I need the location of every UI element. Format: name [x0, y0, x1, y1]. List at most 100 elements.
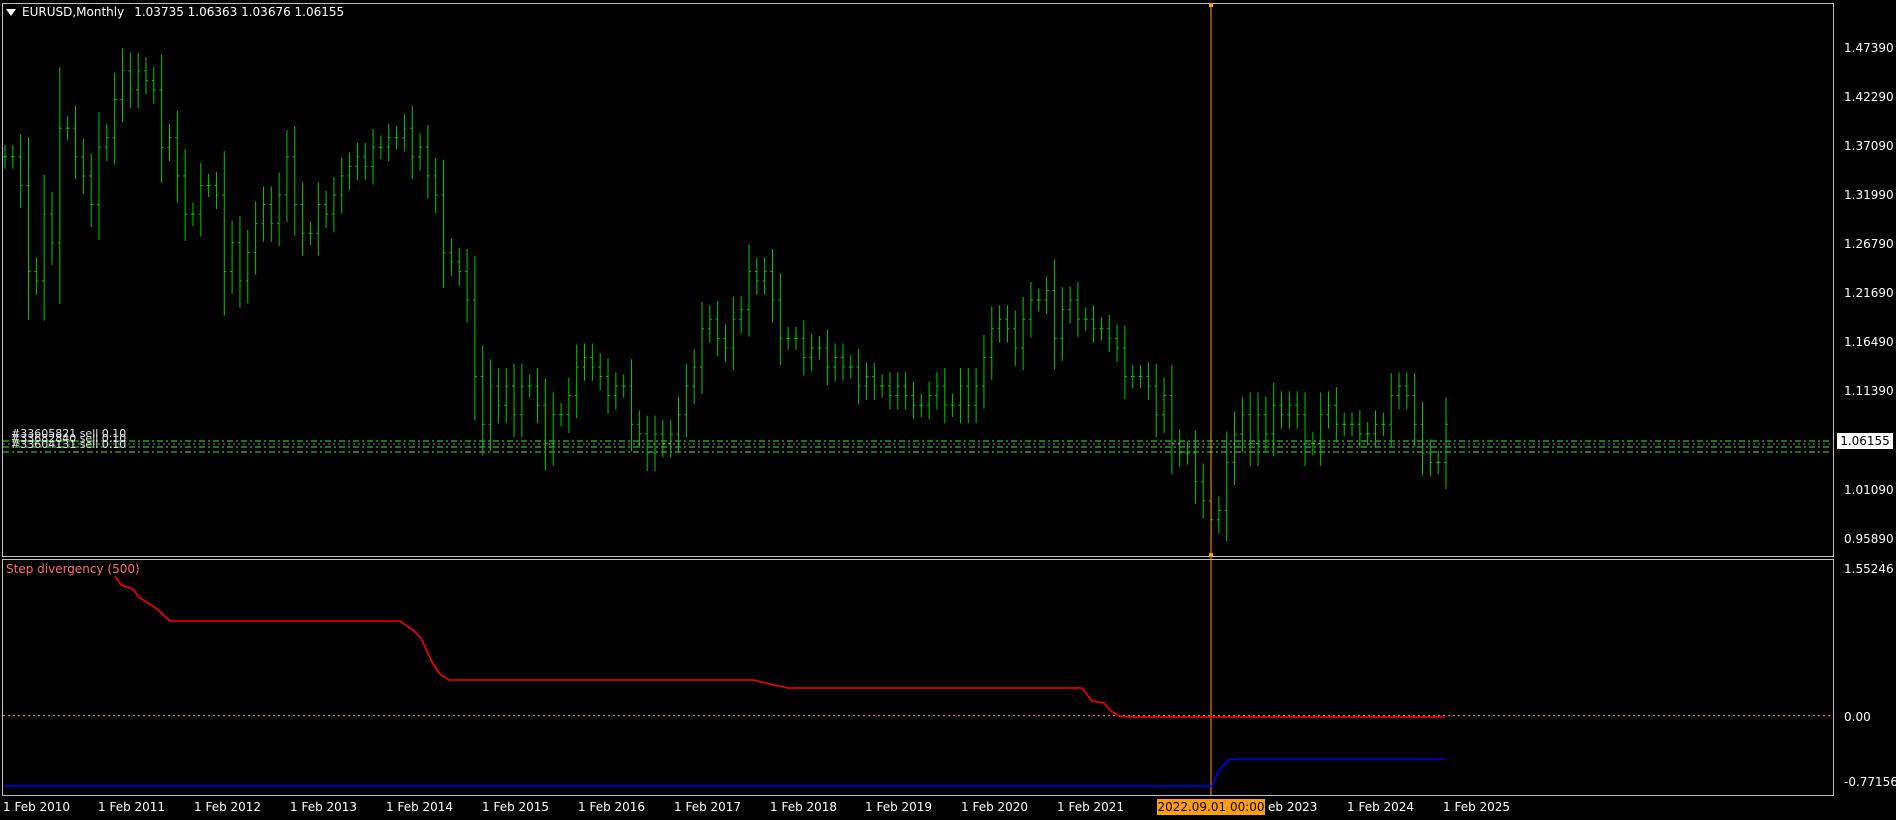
price-bar: [934, 372, 939, 410]
price-bar: [1412, 373, 1417, 447]
price-bar: [1052, 259, 1057, 370]
price-bar: [1342, 412, 1347, 437]
price-bar: [754, 257, 759, 295]
price-bar: [1154, 363, 1159, 438]
price-bar: [1318, 392, 1323, 466]
price-bar: [786, 326, 791, 351]
price-bar: [292, 125, 297, 236]
price-tick: 1.16490: [1844, 335, 1894, 349]
price-bar: [339, 157, 344, 214]
price-bar: [566, 377, 571, 433]
price-bar: [512, 363, 517, 438]
price-bar: [574, 344, 579, 419]
dropdown-triangle-icon[interactable]: [6, 8, 16, 16]
price-bar: [104, 123, 109, 162]
time-tick: 1 Feb 2020: [961, 800, 1029, 814]
price-bar: [1044, 276, 1049, 314]
price-bar: [57, 67, 62, 304]
price-bar: [981, 334, 986, 409]
price-bar: [848, 355, 853, 379]
chart-canvas[interactable]: [0, 0, 1896, 820]
price-bar: [833, 343, 838, 381]
price-bar: [1334, 387, 1339, 443]
price-tick: 1.31990: [1844, 188, 1894, 202]
crosshair-handle-top: [1209, 3, 1213, 7]
price-bar: [746, 244, 751, 337]
price-bar: [237, 216, 242, 308]
price-bar: [817, 336, 822, 360]
price-bar: [1373, 410, 1378, 448]
price-bar: [261, 186, 266, 242]
time-tick: 1 Feb 2021: [1057, 800, 1125, 814]
price-bar: [1295, 391, 1300, 429]
price-bar: [402, 114, 407, 152]
price-bar: [1115, 324, 1120, 362]
price-bar: [559, 403, 564, 427]
price-bar: [128, 52, 133, 109]
price-bar: [277, 172, 282, 247]
price-bar: [1350, 412, 1355, 437]
price-bar: [864, 362, 869, 400]
current-price-badge: 1.06155: [1837, 433, 1893, 449]
price-bar: [504, 367, 509, 424]
time-tick: eb 2023: [1268, 800, 1318, 814]
price-bar: [410, 105, 415, 180]
price-bar: [1013, 310, 1018, 367]
price-bar: [1326, 391, 1331, 429]
price-bar: [1091, 305, 1096, 343]
price-bar: [1036, 288, 1041, 312]
price-bar: [457, 248, 462, 286]
price-bar: [222, 151, 227, 316]
crosshair-handle-bottom: [1209, 553, 1213, 557]
price-bar: [42, 174, 47, 321]
price-bar: [692, 348, 697, 405]
indicator-tick: 0.00: [1844, 710, 1871, 724]
indicator-red-line: [114, 575, 1444, 718]
indicator-blue-line: [4, 758, 1444, 787]
price-bar: [551, 392, 556, 466]
price-bar: [715, 301, 720, 357]
price-bar: [927, 381, 932, 420]
price-bar: [903, 372, 908, 410]
price-bar: [206, 173, 211, 198]
price-bar: [621, 374, 626, 398]
price-bar: [1436, 450, 1441, 475]
price-bar: [707, 305, 712, 343]
price-bar: [919, 393, 924, 417]
price-bar: [425, 124, 430, 199]
price-bar: [997, 305, 1002, 343]
price-bar: [183, 149, 188, 241]
crosshair-time-label: 2022.09.01 00:00: [1157, 799, 1265, 815]
price-bar: [966, 367, 971, 424]
price-bar: [1028, 281, 1033, 338]
price-bar: [96, 111, 101, 240]
price-bar: [355, 142, 360, 181]
price-bar: [253, 201, 258, 275]
order-label[interactable]: #33604131 sell 0.10: [11, 439, 126, 450]
symbol-header[interactable]: EURUSD,Monthly 1.03735 1.06363 1.03676 1…: [6, 6, 344, 18]
price-bar: [527, 374, 532, 398]
time-tick: 1 Feb 2016: [578, 800, 646, 814]
price-bar: [1005, 305, 1010, 343]
price-bar: [856, 348, 861, 405]
price-bar: [1444, 397, 1448, 490]
price-bar: [613, 372, 618, 410]
price-bar: [1130, 364, 1135, 389]
price-bar: [1146, 362, 1151, 400]
price-bar: [958, 367, 963, 424]
price-bar: [1169, 364, 1174, 475]
main-pane-border: [2, 3, 1834, 557]
price-bar: [269, 186, 274, 242]
price-bar: [89, 153, 94, 228]
price-bar: [1287, 391, 1292, 429]
price-bar: [49, 191, 54, 266]
time-tick: 1 Feb 2018: [770, 800, 838, 814]
price-bar: [1185, 441, 1190, 465]
price-bar: [480, 345, 485, 456]
price-bar: [1271, 382, 1276, 457]
price-bar: [590, 343, 595, 381]
price-bar: [441, 159, 446, 288]
price-bar: [496, 367, 501, 424]
price-bar: [1365, 422, 1370, 446]
price-bar: [120, 48, 125, 122]
